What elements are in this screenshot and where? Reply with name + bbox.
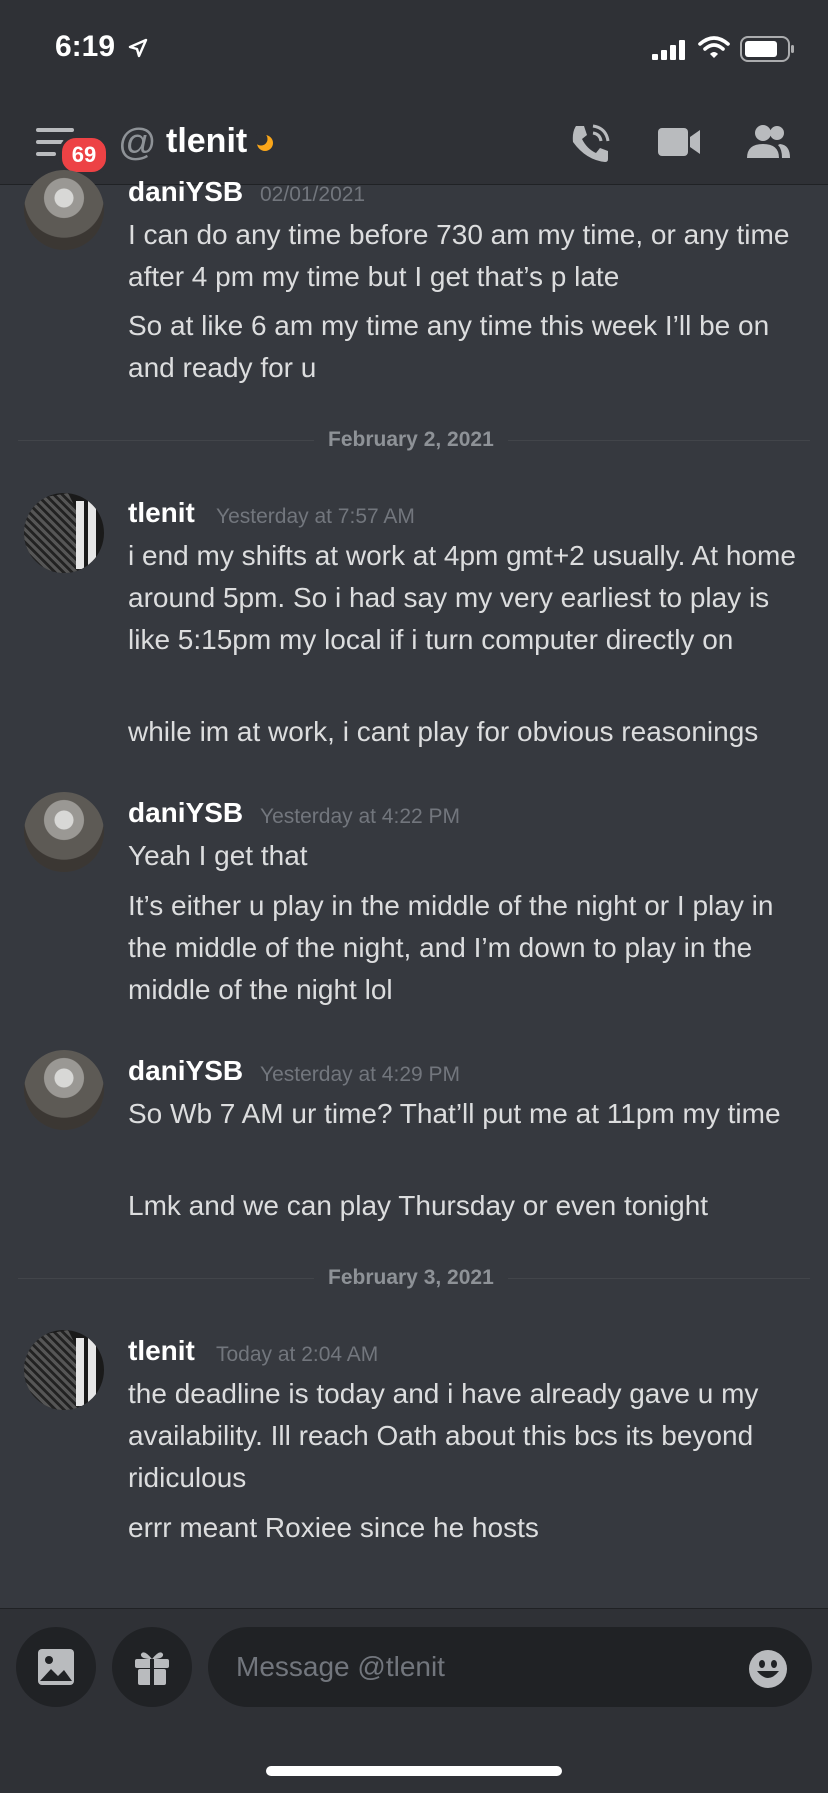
message-author[interactable]: daniYSB (128, 797, 243, 829)
members-icon[interactable] (744, 124, 792, 160)
image-icon (38, 1649, 74, 1685)
unread-badge: 69 (59, 135, 109, 175)
message-author[interactable]: tlenit (128, 497, 195, 529)
message-timestamp: Today at 2:04 AM (216, 1343, 379, 1366)
wifi-icon (698, 36, 730, 58)
video-call-icon[interactable] (658, 126, 702, 158)
message-timestamp: Yesterday at 7:57 AM (216, 505, 415, 528)
cellular-signal-icon (652, 40, 685, 60)
status-time: 6:19 (55, 30, 116, 63)
at-symbol-icon: @ (118, 122, 157, 164)
avatar[interactable] (24, 493, 104, 573)
message-text: So Wb 7 AM ur time? That’ll put me at 11… (128, 1098, 781, 1129)
emoji-icon[interactable] (748, 1649, 788, 1689)
date-divider-label: February 2, 2021 (314, 428, 508, 452)
voice-call-icon[interactable] (568, 122, 612, 166)
date-divider-label: February 3, 2021 (314, 1266, 508, 1290)
message-timestamp: Yesterday at 4:29 PM (260, 1063, 461, 1086)
gift-button[interactable] (112, 1627, 192, 1707)
message-text: So at like 6 am my time any time this we… (128, 310, 770, 383)
message-input[interactable] (208, 1627, 812, 1707)
message-timestamp: 02/01/2021 (260, 183, 366, 206)
message-text: Yeah I get that (128, 840, 308, 871)
avatar[interactable] (24, 1330, 104, 1410)
message-text: I can do any time before 730 am my time,… (128, 219, 790, 292)
avatar[interactable] (24, 792, 104, 872)
message-text: i end my shifts at work at 4pm gmt+2 usu… (128, 540, 796, 655)
message-text: while im at work, i cant play for obviou… (128, 716, 759, 747)
avatar[interactable] (24, 170, 104, 250)
upload-image-button[interactable] (16, 1627, 96, 1707)
location-arrow-icon (128, 38, 148, 58)
channel-header: 69 @ tlenit (0, 100, 828, 185)
message-author[interactable]: tlenit (128, 1335, 195, 1367)
message-text: Lmk and we can play Thursday or even ton… (128, 1190, 709, 1221)
idle-moon-icon (256, 134, 273, 151)
message-author[interactable]: daniYSB (128, 1055, 243, 1087)
message-text: It’s either u play in the middle of the … (128, 890, 774, 1005)
home-indicator[interactable] (266, 1766, 562, 1776)
message-timestamp: Yesterday at 4:22 PM (260, 805, 461, 828)
message-text: the deadline is today and i have already… (128, 1378, 759, 1493)
battery-icon (740, 36, 794, 62)
message-author[interactable]: daniYSB (128, 176, 243, 208)
gift-icon (135, 1652, 169, 1685)
avatar[interactable] (24, 1050, 104, 1130)
page-title: tlenit (166, 122, 248, 160)
status-bar: 6:19 (0, 0, 828, 100)
message-text: errr meant Roxiee since he hosts (128, 1512, 539, 1543)
